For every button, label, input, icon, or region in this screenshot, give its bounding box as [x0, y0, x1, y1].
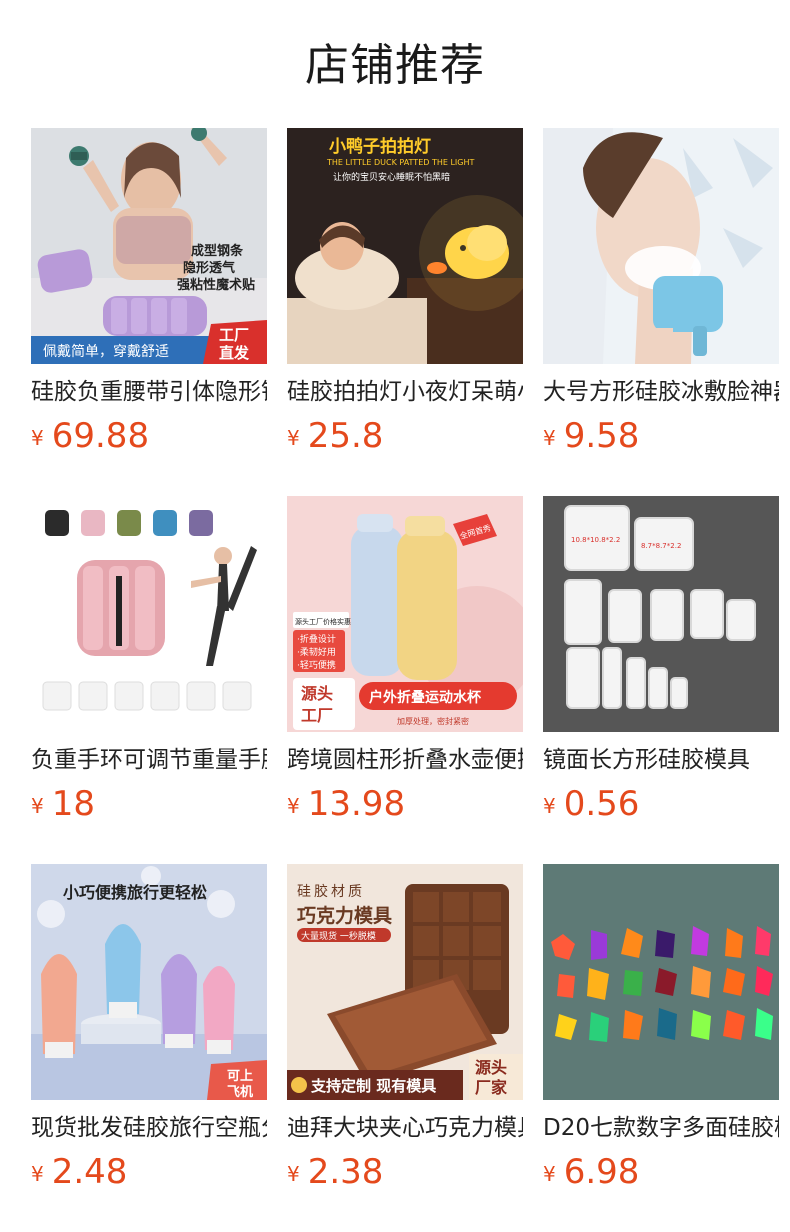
product-image-art: 小巧便携旅行更轻松 可上 飞机 — [31, 864, 267, 1100]
price-value: 2.38 — [307, 1152, 384, 1192]
price-value: 69.88 — [51, 416, 150, 456]
product-price: ¥69.88 — [31, 414, 267, 464]
product-price: ¥9.58 — [543, 414, 779, 464]
svg-text:小鸭子拍拍灯: 小鸭子拍拍灯 — [329, 136, 431, 157]
product-image[interactable]: 硅胶材质 巧克力模具 大量现货 一秒脱模 支持定制 现有模具 源头 厂家 — [287, 864, 523, 1100]
product-name[interactable]: 硅胶拍拍灯小夜灯呆萌小鸭子 — [287, 376, 523, 408]
svg-text:佩戴简单，穿戴舒适: 佩戴简单，穿戴舒适 — [43, 343, 169, 360]
svg-text:户外折叠运动水杯: 户外折叠运动水杯 — [369, 689, 482, 706]
price-value: 13.98 — [307, 784, 406, 824]
product-name[interactable]: 负重手环可调节重量手腕 — [31, 744, 267, 776]
svg-text:可上: 可上 — [227, 1069, 253, 1084]
product-image-art: 小鸭子拍拍灯 THE LITTLE DUCK PATTED THE LIGHT … — [287, 128, 523, 364]
product-image[interactable]: 小鸭子拍拍灯 THE LITTLE DUCK PATTED THE LIGHT … — [287, 128, 523, 364]
svg-text:工厂: 工厂 — [301, 706, 333, 725]
price-value: 25.8 — [307, 416, 384, 456]
product-name[interactable]: 现货批发硅胶旅行空瓶分装 — [31, 1112, 267, 1144]
svg-text:源头: 源头 — [301, 684, 333, 703]
svg-text:小巧便携旅行更轻松: 小巧便携旅行更轻松 — [63, 883, 207, 902]
svg-text:THE LITTLE DUCK PATTED THE LIG: THE LITTLE DUCK PATTED THE LIGHT — [326, 158, 474, 167]
svg-text:大量现货 一秒脱模: 大量现货 一秒脱模 — [301, 930, 376, 942]
svg-text:·柔韧好用: ·柔韧好用 — [297, 646, 336, 658]
currency-symbol: ¥ — [287, 426, 300, 450]
product-name[interactable]: 镜面长方形硅胶模具 — [543, 744, 779, 776]
product-image[interactable] — [543, 128, 779, 364]
product-image[interactable] — [31, 496, 267, 732]
price-value: 6.98 — [563, 1152, 640, 1192]
currency-symbol: ¥ — [543, 426, 556, 450]
product-name[interactable]: D20七款数字多面硅胶模具 — [543, 1112, 779, 1144]
price-value: 2.48 — [51, 1152, 128, 1192]
currency-symbol: ¥ — [287, 794, 300, 818]
product-image-art: 10.8*10.8*2.2 8.7*8.7*2.2 — [543, 496, 779, 732]
product-image-art — [31, 496, 267, 732]
svg-text:·折叠设计: ·折叠设计 — [297, 633, 336, 645]
svg-text:巧克力模具: 巧克力模具 — [297, 904, 392, 927]
svg-text:源头: 源头 — [475, 1058, 507, 1077]
product-image[interactable]: 小巧便携旅行更轻松 可上 飞机 — [31, 864, 267, 1100]
product-price: ¥13.98 — [287, 782, 523, 832]
currency-symbol: ¥ — [543, 1162, 556, 1186]
svg-text:硅胶材质: 硅胶材质 — [297, 883, 365, 900]
price-value: 9.58 — [563, 416, 640, 456]
svg-text:·轻巧便携: ·轻巧便携 — [297, 659, 336, 671]
svg-text:加厚处理，密封紧密: 加厚处理，密封紧密 — [397, 716, 469, 726]
product-image[interactable]: 全网首秀 源头工厂价格实惠 ·折叠设计 ·柔韧好用 ·轻巧便携 源头 工厂 户外… — [287, 496, 523, 732]
product-price: ¥18 — [31, 782, 267, 832]
currency-symbol: ¥ — [543, 794, 556, 818]
price-value: 0.56 — [563, 784, 640, 824]
currency-symbol: ¥ — [31, 794, 44, 818]
product-image-art — [543, 864, 779, 1100]
product-price: ¥6.98 — [543, 1150, 779, 1200]
svg-text:厂家: 厂家 — [475, 1078, 508, 1097]
svg-text:隐形透气: 隐形透气 — [183, 260, 235, 276]
svg-text:源头工厂价格实惠: 源头工厂价格实惠 — [295, 617, 351, 626]
product-name[interactable]: 硅胶负重腰带引体隐形钢条 — [31, 376, 267, 408]
product-price: ¥25.8 — [287, 414, 523, 464]
product-image-art: 全网首秀 源头工厂价格实惠 ·折叠设计 ·柔韧好用 ·轻巧便携 源头 工厂 户外… — [287, 496, 523, 732]
svg-text:10.8*10.8*2.2: 10.8*10.8*2.2 — [571, 536, 620, 544]
svg-text:让你的宝贝安心睡眠不怕黑暗: 让你的宝贝安心睡眠不怕黑暗 — [333, 171, 450, 183]
product-price: ¥2.38 — [287, 1150, 523, 1200]
product-image[interactable]: 成型钢条 隐形透气 强粘性魔术贴 佩戴简单，穿戴舒适 工厂 直发 — [31, 128, 267, 364]
currency-symbol: ¥ — [287, 1162, 300, 1186]
product-price: ¥0.56 — [543, 782, 779, 832]
svg-text:支持定制 现有模具: 支持定制 现有模具 — [310, 1077, 436, 1095]
svg-text:强粘性魔术贴: 强粘性魔术贴 — [177, 277, 255, 293]
product-image[interactable]: 10.8*10.8*2.2 8.7*8.7*2.2 — [543, 496, 779, 732]
svg-text:直发: 直发 — [219, 344, 250, 362]
currency-symbol: ¥ — [31, 426, 44, 450]
svg-text:飞机: 飞机 — [227, 1084, 253, 1100]
product-image-art: 硅胶材质 巧克力模具 大量现货 一秒脱模 支持定制 现有模具 源头 厂家 — [287, 864, 523, 1100]
svg-text:工厂: 工厂 — [219, 326, 249, 344]
product-price: ¥2.48 — [31, 1150, 267, 1200]
product-name[interactable]: 大号方形硅胶冰敷脸神器 — [543, 376, 779, 408]
section-title: 店铺推荐 — [305, 40, 485, 91]
product-image-art — [543, 128, 779, 364]
product-name[interactable]: 迪拜大块夹心巧克力模具 — [287, 1112, 523, 1144]
price-value: 18 — [51, 784, 95, 824]
svg-text:成型钢条: 成型钢条 — [191, 243, 244, 259]
svg-text:8.7*8.7*2.2: 8.7*8.7*2.2 — [641, 542, 681, 550]
product-name[interactable]: 跨境圆柱形折叠水壶便携 — [287, 744, 523, 776]
product-image[interactable] — [543, 864, 779, 1100]
product-image-art: 成型钢条 隐形透气 强粘性魔术贴 佩戴简单，穿戴舒适 工厂 直发 — [31, 128, 267, 364]
currency-symbol: ¥ — [31, 1162, 44, 1186]
